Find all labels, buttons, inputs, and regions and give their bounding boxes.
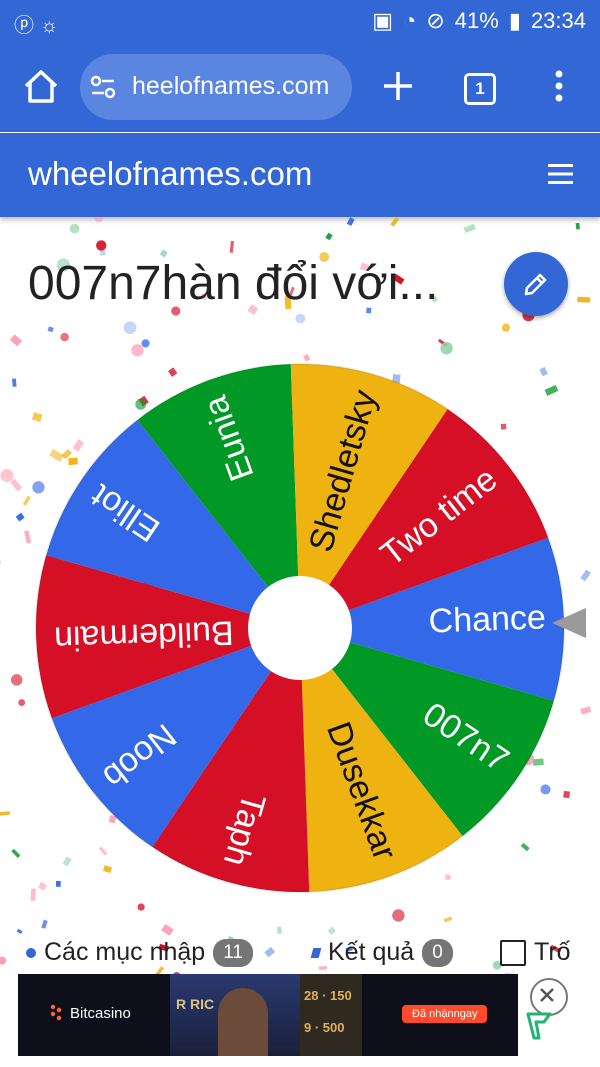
tab-switcher-button[interactable]: 1 (464, 73, 496, 105)
confetti-piece (295, 313, 306, 324)
home-icon (24, 70, 58, 103)
bitcasino-logo-icon (50, 1004, 62, 1021)
tab-entries-label: Các mục nhập (44, 938, 206, 966)
confetti-piece (463, 223, 476, 234)
entries-count-badge: 11 (213, 938, 253, 967)
ad-brand-name: Bitcasino (70, 1004, 131, 1022)
site-settings-icon[interactable] (90, 75, 116, 99)
status-bar: ⓟ☼ ▣ ◔ ⊘ 41% ▮ 23:34 (0, 0, 600, 44)
confetti-piece (94, 217, 104, 223)
battery-percent: 41% (454, 8, 499, 33)
wifi-icon: ◔ (403, 8, 417, 33)
url-text[interactable]: heelofnames.com (132, 72, 347, 101)
ad-close-button[interactable] (530, 978, 568, 1016)
tab-results[interactable]: Kết quả 0 (310, 938, 453, 967)
pencil-icon (524, 273, 547, 296)
tab-results-label: Kết quả (328, 938, 415, 966)
active-dot-icon (26, 947, 36, 958)
wheel-segment-label: Buildermain (54, 613, 235, 657)
wheel-container: Chance 007n7 Dusekkar Taph Noob Buildermain El… (0, 330, 600, 920)
ad-roulette-image: 28 · 150 9 · 500 (300, 974, 362, 1056)
confetti-piece (577, 296, 591, 303)
site-header: wheelofnames.com (0, 133, 600, 217)
results-count-badge: 0 (422, 938, 453, 967)
confetti-piece (96, 240, 107, 251)
results-marker-icon (310, 947, 322, 958)
address-bar[interactable]: heelofnames.com (80, 54, 352, 120)
confetti-piece (99, 249, 106, 256)
dnd-icon: ⊘ (426, 8, 445, 33)
tab-entries[interactable]: Các mục nhập 11 (26, 938, 253, 967)
browser-toolbar: heelofnames.com 1 (0, 44, 600, 132)
wheel-center-button[interactable] (248, 576, 352, 680)
ad-chip-2: 9 · 500 (304, 1020, 345, 1035)
confetti-piece (325, 232, 333, 241)
storage-icon: ▣ (372, 8, 394, 33)
confetti-piece (69, 223, 80, 234)
hide-label: Trố (534, 938, 571, 966)
entries-tabs: Các mục nhập 11 Kết quả 0 Trố (0, 930, 600, 974)
confetti-piece (229, 240, 235, 253)
confetti-piece (346, 217, 355, 226)
spin-wheel[interactable]: Chance007n7DusekkarTaphNoobBuildermainEl… (0, 330, 600, 920)
wheel-title: 007n7hàn đổi với... (28, 257, 439, 310)
wheel-segment-label: Chance (428, 598, 546, 640)
ad-person-image (218, 988, 268, 1056)
system-icons: ▣ ◔ ⊘ 41% ▮ 23:34 (372, 8, 586, 34)
ad-chip-1: 28 · 150 (304, 988, 352, 1003)
more-options-icon[interactable] (551, 66, 567, 106)
adchoices-icon[interactable] (524, 1012, 554, 1040)
edit-title-button[interactable] (504, 252, 568, 316)
confetti-piece (390, 217, 400, 227)
close-icon (540, 988, 554, 1002)
weather-icon: ☼ (40, 15, 65, 37)
confetti-piece (41, 919, 48, 929)
notification-icons: ⓟ☼ (14, 9, 64, 38)
hamburger-menu-icon[interactable] (548, 163, 573, 185)
new-tab-icon[interactable] (378, 66, 418, 106)
ad-photo-text: R RIC (176, 996, 215, 1012)
battery-icon: ▮ (508, 8, 521, 33)
clock: 23:34 (530, 8, 586, 33)
ad-cta-button[interactable]: Đã nhậnngay (402, 1005, 488, 1023)
site-logo-text[interactable]: wheelofnames.com (28, 155, 312, 193)
pinterest-icon: ⓟ (14, 15, 40, 37)
hide-checkbox[interactable] (500, 939, 526, 966)
ad-brand: Bitcasino (50, 1004, 131, 1022)
hide-toggle[interactable]: Trố (500, 938, 571, 967)
confetti-piece (575, 222, 580, 230)
ad-banner[interactable]: Bitcasino R RIC 28 · 150 9 · 500 Đã nhận… (18, 974, 518, 1056)
home-button[interactable] (20, 66, 62, 108)
